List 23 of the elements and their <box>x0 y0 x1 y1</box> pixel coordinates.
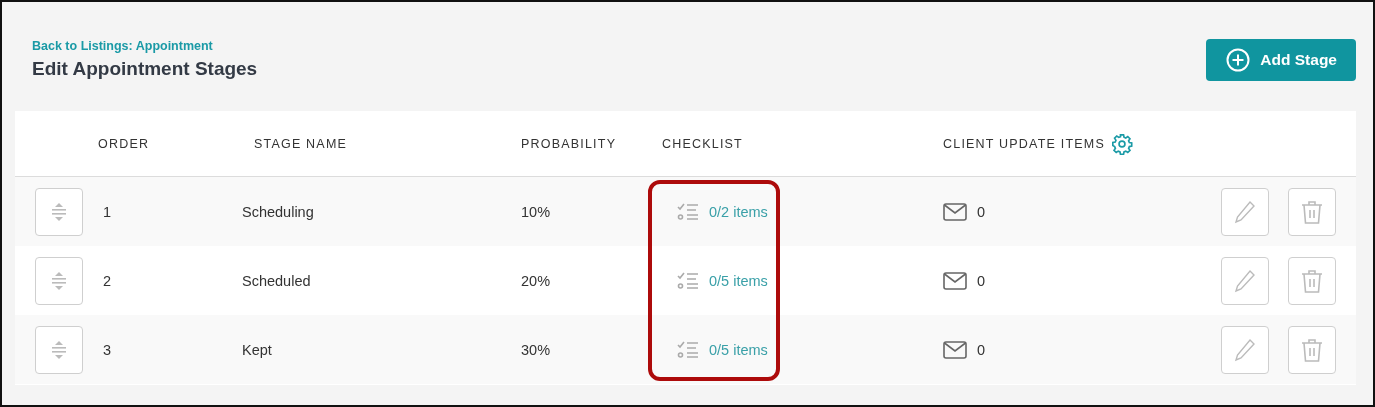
column-header: ORDER <box>98 136 151 151</box>
page-title: Edit Appointment Stages <box>32 58 258 80</box>
stage-name-cell-text: Scheduling <box>241 203 315 220</box>
column-header: CHECKLIST <box>662 136 744 151</box>
stage-name-cell-text: Scheduled <box>241 272 312 289</box>
column-header: CLIENT UPDATE ITEMS <box>943 136 1105 151</box>
add-stage-button[interactable]: Add Stage <box>1206 39 1356 81</box>
client-update-count: 0 <box>977 203 986 220</box>
client-update-count: 0 <box>977 272 986 289</box>
checklist-link[interactable]: 0/2 items <box>709 203 768 220</box>
order-cell-text: 2 <box>102 272 113 289</box>
order-cell-text: 3 <box>102 341 113 358</box>
client-update-count: 0 <box>977 341 986 358</box>
probability-cell-text: 30% <box>521 341 552 358</box>
checklist-link[interactable]: 0/5 items <box>709 341 768 358</box>
stage-name-cell-text: Kept <box>241 341 273 358</box>
checklist-link[interactable]: 0/5 items <box>709 272 768 289</box>
back-link[interactable]: Back to Listings: Appointment <box>32 39 213 53</box>
column-header: STAGE NAME <box>253 136 349 151</box>
probability-cell-text: 10% <box>521 203 552 220</box>
probability-cell-text: 20% <box>521 272 552 289</box>
column-header: PROBABILITY <box>521 136 618 151</box>
order-cell-text: 1 <box>102 203 113 220</box>
